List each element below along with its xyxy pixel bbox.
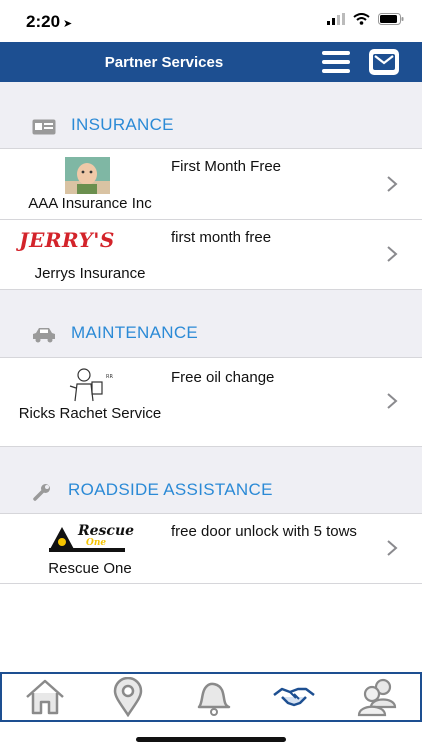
chevron-right-icon: [387, 246, 398, 262]
menu-button[interactable]: [321, 50, 351, 74]
offer-text: First Month Free: [171, 158, 282, 175]
svg-text:RR: RR: [106, 374, 113, 380]
tab-account[interactable]: [334, 676, 418, 720]
chevron-right-icon: [387, 540, 398, 556]
section-title: ROADSIDE ASSISTANCE: [68, 480, 273, 499]
tab-notifications[interactable]: [168, 676, 252, 720]
chevron-right-icon: [387, 393, 398, 409]
location-arrow-icon: ➤: [63, 18, 73, 30]
status-time: 2:20 ➤: [26, 12, 72, 32]
tab-partner-services[interactable]: [251, 676, 335, 720]
bell-icon: [197, 682, 231, 716]
wrench-icon: [33, 484, 50, 501]
section-header-roadside: ROADSIDE ASSISTANCE: [0, 472, 422, 512]
rescue-logo-subtext: One: [86, 538, 107, 548]
car-icon: [33, 328, 55, 343]
list-item[interactable]: Rescue One Rescue One free door unlock w…: [0, 513, 422, 584]
partner-list: INSURANCE AAA Insurance Inc First Month …: [0, 82, 422, 672]
signal-icon: [327, 13, 345, 25]
section-header-insurance: INSURANCE: [0, 107, 422, 147]
handshake-icon: [273, 687, 315, 707]
home-icon: [26, 679, 64, 715]
offer-text: free door unlock with 5 tows: [171, 523, 357, 540]
partner-logo-mechanic: RR: [69, 368, 113, 402]
wifi-icon: [353, 13, 370, 25]
partner-name: Ricks Rachet Service: [18, 405, 162, 422]
offer-text: Free oil change: [171, 369, 275, 386]
status-bar: 2:20 ➤: [0, 0, 422, 42]
tab-home[interactable]: [2, 676, 86, 720]
partner-logo-jerrys: JERRY'S: [19, 228, 115, 252]
rescue-logo-text: Rescue: [78, 523, 135, 539]
mail-button[interactable]: [369, 49, 399, 75]
id-card-icon: [32, 119, 56, 135]
envelope-icon: [373, 54, 395, 70]
section-title: INSURANCE: [71, 115, 174, 134]
list-item[interactable]: JERRY'S Jerrys Insurance first month fre…: [0, 220, 422, 290]
partner-name: Rescue One: [48, 560, 132, 577]
status-time-text: 2:20: [26, 12, 61, 31]
list-item[interactable]: AAA Insurance Inc First Month Free: [0, 148, 422, 220]
home-indicator: [136, 737, 286, 742]
offer-text: first month free: [171, 229, 272, 246]
status-indicators: [327, 13, 404, 25]
battery-icon: [378, 13, 404, 25]
partner-logo-baby-photo: [65, 157, 110, 194]
users-icon: [357, 678, 397, 717]
nav-bar: Partner Services: [0, 42, 422, 82]
tab-bar: [0, 672, 422, 722]
map-pin-icon: [113, 677, 143, 717]
list-item[interactable]: RR Ricks Rachet Service Free oil change: [0, 357, 422, 447]
chevron-right-icon: [387, 176, 398, 192]
partner-name: Jerrys Insurance: [34, 265, 146, 282]
tab-locations[interactable]: [85, 676, 169, 720]
empty-list-area: [0, 584, 422, 672]
section-title: MAINTENANCE: [71, 323, 199, 342]
page-title: Partner Services: [104, 54, 224, 71]
section-header-maintenance: MAINTENANCE: [0, 315, 422, 355]
partner-name: AAA Insurance Inc: [28, 195, 152, 212]
